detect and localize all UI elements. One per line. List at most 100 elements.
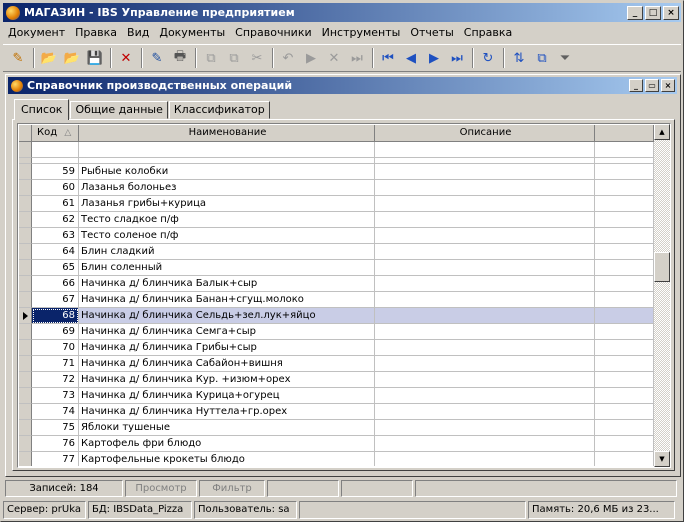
table-row[interactable]: 62 Тесто сладкое п/ф [19,212,654,228]
cell-desc[interactable] [375,196,595,212]
open-folder-icon[interactable]: 📂 [61,47,83,69]
child-title-bar[interactable]: Справочник производственных операций _ ▭… [8,77,677,94]
cell-name[interactable]: Начинка д/ блинчика Сельдь+зел.лук+яйцо [79,308,375,324]
cell-kod[interactable]: 69 [32,324,79,340]
table-row[interactable]: 71 Начинка д/ блинчика Сабайон+вишня [19,356,654,372]
cell-kod[interactable]: 76 [32,436,79,452]
scroll-down-button[interactable]: ▼ [654,451,670,467]
row-indicator[interactable] [19,388,32,404]
cell-name[interactable]: Яблоки тушеные [79,420,375,436]
scroll-thumb[interactable] [654,252,670,282]
cell-name[interactable]: Начинка д/ блинчика Грибы+сыр [79,340,375,356]
open-icon[interactable]: 📂 [38,47,60,69]
cell-kod[interactable]: 66 [32,276,79,292]
cell-desc[interactable] [375,324,595,340]
table-row[interactable]: 74 Начинка д/ блинчика Нуттела+гр.орех [19,404,654,420]
cell-kod[interactable]: 75 [32,420,79,436]
maximize-button[interactable]: □ [645,5,661,20]
cell-kod[interactable]: 71 [32,356,79,372]
cell-desc[interactable] [375,228,595,244]
cell-desc[interactable] [375,340,595,356]
table-row[interactable]: 77 Картофельные крокеты блюдо [19,452,654,466]
cell-name[interactable]: Начинка д/ блинчика Банан+сгущ.молоко [79,292,375,308]
cell-kod[interactable]: 65 [32,260,79,276]
row-indicator[interactable] [19,452,32,466]
first-record-icon[interactable]: ⏮ [377,47,399,69]
cell-kod[interactable]: 74 [32,404,79,420]
child-restore-button[interactable]: ▭ [645,79,659,92]
next-record-icon[interactable]: ▶ [423,47,445,69]
cell-kod[interactable]: 77 [32,452,79,466]
tab-list[interactable]: Список [14,99,70,120]
cell-name[interactable]: Блин соленный [79,260,375,276]
cell-desc[interactable] [375,292,595,308]
filter-icon[interactable]: ⏷ [554,47,576,69]
cell-name[interactable]: Лазанья грибы+курица [79,196,375,212]
cell-desc[interactable] [375,420,595,436]
table-row[interactable]: 60 Лазанья болоньез [19,180,654,196]
cell-name[interactable]: Картофельные крокеты блюдо [79,452,375,466]
print-icon[interactable]: 🖶 [169,47,191,69]
filter-name-cell[interactable] [79,142,375,158]
menu-documents[interactable]: Документы [154,26,230,39]
table-row[interactable]: 67 Начинка д/ блинчика Банан+сгущ.молоко [19,292,654,308]
minimize-button[interactable]: _ [627,5,643,20]
table-row[interactable]: 76 Картофель фри блюдо [19,436,654,452]
filter-desc-cell[interactable] [375,142,595,158]
tab-classifier[interactable]: Классификатор [168,101,270,119]
row-indicator[interactable] [19,372,32,388]
cell-name[interactable]: Начинка д/ блинчика Балык+сыр [79,276,375,292]
refresh-icon[interactable]: ↻ [477,47,499,69]
row-indicator[interactable] [19,228,32,244]
cell-desc[interactable] [375,404,595,420]
cell-desc[interactable] [375,388,595,404]
cell-name[interactable]: Начинка д/ блинчика Курица+огурец [79,388,375,404]
menu-references[interactable]: Справочники [230,26,316,39]
cell-name[interactable]: Картофель фри блюдо [79,436,375,452]
cell-name[interactable]: Тесто соленое п/ф [79,228,375,244]
undo-icon[interactable]: ↶ [277,47,299,69]
cell-desc[interactable] [375,372,595,388]
cell-desc[interactable] [375,244,595,260]
row-indicator[interactable] [19,276,32,292]
cell-kod[interactable]: 60 [32,180,79,196]
cell-name[interactable]: Начинка д/ блинчика Сабайон+вишня [79,356,375,372]
cell-desc[interactable] [375,164,595,180]
cell-kod[interactable]: 67 [32,292,79,308]
table-row[interactable]: 65 Блин соленный [19,260,654,276]
table-row[interactable]: 75 Яблоки тушеные [19,420,654,436]
paste-icon[interactable]: ⧉ [223,47,245,69]
row-indicator[interactable] [19,308,32,324]
tab-general-data[interactable]: Общие данные [70,101,168,119]
table-row[interactable]: 66 Начинка д/ блинчика Балык+сыр [19,276,654,292]
cell-desc[interactable] [375,180,595,196]
document-icon[interactable]: ✎ [146,47,168,69]
cell-kod[interactable]: 59 [32,164,79,180]
cell-kod[interactable]: 63 [32,228,79,244]
save-icon[interactable]: 💾 [84,47,106,69]
table-row[interactable]: 59 Рыбные колобки [19,164,654,180]
row-indicator[interactable] [19,404,32,420]
table-row[interactable]: 68 Начинка д/ блинчика Сельдь+зел.лук+яйц… [19,308,654,324]
row-indicator[interactable] [19,356,32,372]
column-header-name[interactable]: Наименование [79,125,375,142]
cell-name[interactable]: Блин сладкий [79,244,375,260]
close-record-icon[interactable]: ⏭ [346,47,368,69]
cell-name[interactable]: Тесто сладкое п/ф [79,212,375,228]
table-row[interactable]: 72 Начинка д/ блинчика Кур. +изюм+орех [19,372,654,388]
menu-help[interactable]: Справка [459,26,517,39]
cell-name[interactable]: Рыбные колобки [79,164,375,180]
child-minimize-button[interactable]: _ [629,79,643,92]
row-indicator[interactable] [19,260,32,276]
vertical-scrollbar[interactable]: ▲ ▼ [654,124,670,467]
table-row[interactable]: 64 Блин сладкий [19,244,654,260]
filter-kod-cell[interactable] [32,142,79,158]
cell-desc[interactable] [375,452,595,466]
row-indicator[interactable] [19,164,32,180]
new-icon[interactable]: ✎ [7,47,29,69]
menu-tools[interactable]: Инструменты [317,26,406,39]
table-settings-icon[interactable]: ⧉ [531,47,553,69]
cell-name[interactable]: Начинка д/ блинчика Семга+сыр [79,324,375,340]
row-indicator[interactable] [19,196,32,212]
close-button[interactable]: × [663,5,679,20]
